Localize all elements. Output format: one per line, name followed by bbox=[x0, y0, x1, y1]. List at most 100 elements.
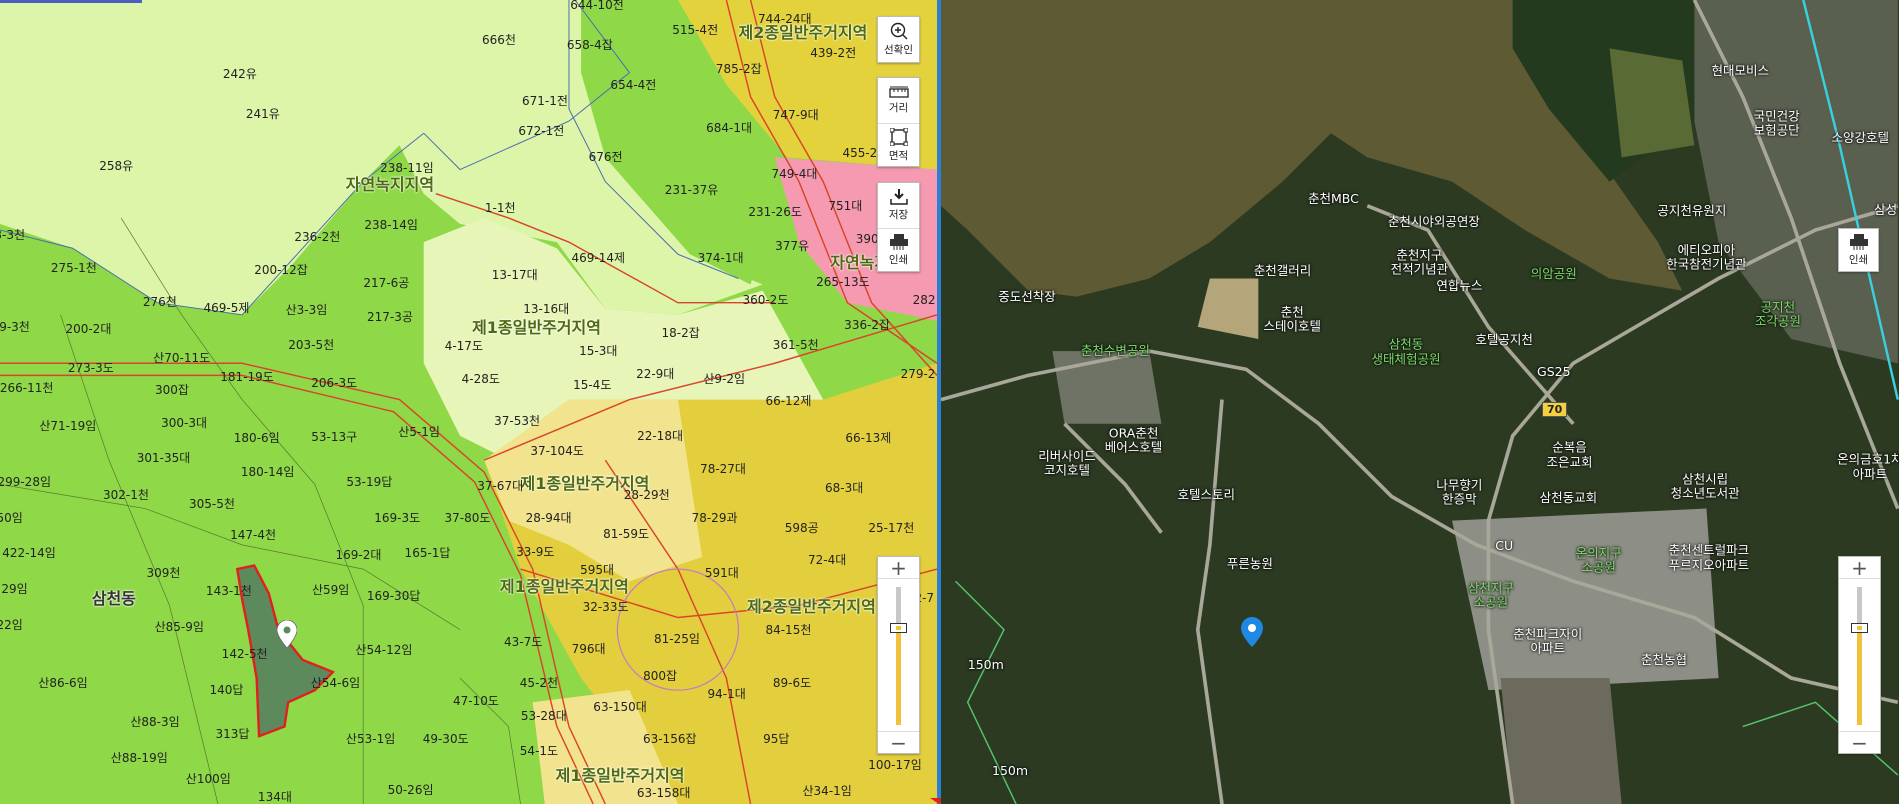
save-button[interactable]: 저장 bbox=[878, 183, 919, 228]
zoom-check-button[interactable]: 선확인 bbox=[878, 17, 919, 62]
lot-number-label: 15-4도 bbox=[573, 378, 612, 393]
lot-number-label: 143-1천 bbox=[205, 584, 252, 598]
lot-number-label: 9-3천 bbox=[0, 319, 30, 334]
lot-number-label: 3-3천 bbox=[0, 227, 26, 242]
lot-number-label: 134대 bbox=[257, 789, 292, 804]
zoom-slider[interactable] bbox=[890, 587, 907, 725]
place-name-label: 삼천동 bbox=[91, 589, 136, 609]
lot-number-label: 598공 bbox=[784, 521, 819, 536]
lot-number-label: 455-2 bbox=[842, 145, 878, 160]
lot-number-label: 37-104도 bbox=[530, 443, 584, 458]
lot-number-label: 산100임 bbox=[185, 771, 231, 786]
lot-number-label: 산54-12임 bbox=[355, 643, 413, 658]
lot-number-label: 산88-3임 bbox=[130, 714, 180, 729]
zoning-district-label: 자연녹지지역 bbox=[345, 175, 435, 195]
lot-number-label: 203-5천 bbox=[288, 338, 335, 353]
map-place-label: 공지천유원지 bbox=[1657, 202, 1727, 218]
lot-number-label: 747-9대 bbox=[772, 108, 819, 123]
lot-number-label: 200-12잡 bbox=[254, 263, 308, 278]
lot-number-label: 200-2대 bbox=[65, 322, 112, 337]
lot-number-label: 749-4대 bbox=[771, 167, 818, 182]
zoom-slider[interactable] bbox=[1851, 587, 1868, 725]
lot-number-label: 100-17임 bbox=[868, 758, 922, 773]
map-place-label: 춘천지구 전적기념관 bbox=[1390, 247, 1449, 277]
measure-toolbar: 거리 면적 bbox=[877, 77, 920, 167]
map-place-label: 호텔스토리 bbox=[1177, 487, 1235, 503]
zoom-slider-handle[interactable] bbox=[890, 623, 907, 634]
lot-number-label: 43-7도 bbox=[504, 634, 543, 649]
zoning-district-label: 제2종일반주거지역 bbox=[738, 22, 868, 42]
lot-number-label: 15-3대 bbox=[579, 344, 618, 359]
lot-number-label: 309천 bbox=[146, 565, 181, 580]
map-place-label: 중도선착장 bbox=[998, 288, 1056, 304]
lot-number-label: 산53-1임 bbox=[345, 731, 396, 746]
map-place-label: GS25 bbox=[1537, 363, 1571, 379]
distance-label: 거리 bbox=[888, 102, 909, 114]
map-place-label: 순복음 조은교회 bbox=[1546, 439, 1593, 470]
zoom-out-button[interactable]: − bbox=[878, 731, 919, 755]
lot-number-label: 13-17대 bbox=[491, 267, 538, 282]
print-label: 인쇄 bbox=[888, 254, 909, 266]
lot-number-label: 360-2도 bbox=[742, 293, 789, 308]
map-place-label: 150m bbox=[967, 656, 1004, 672]
cadastral-zoning-map[interactable]: 자연녹지지역 자연녹지지역 제1종일반주거지역 제1종일반주거지역 제1종일반주거지역 제… bbox=[0, 0, 937, 804]
lot-number-label: 751대 bbox=[828, 198, 863, 213]
lot-number-label: 95답 bbox=[763, 731, 790, 746]
download-icon bbox=[889, 189, 908, 205]
lot-number-label: 37-67대 bbox=[477, 478, 524, 493]
zoning-district-label: 제1종일반주거지역 bbox=[499, 577, 629, 597]
print-button[interactable]: 인쇄 bbox=[1839, 229, 1878, 271]
lot-number-label: 231-26도 bbox=[748, 204, 802, 219]
lot-number-label: 785-2잡 bbox=[715, 62, 762, 77]
map-place-label: 춘천수변공원 bbox=[1080, 343, 1150, 359]
map-place-label: CU bbox=[1495, 538, 1514, 554]
satellite-map[interactable]: 현대모비스 국민건강 보험공단 소양강호텔 공지천유원지 삼성 에티오피아 한국참전기념관… bbox=[941, 0, 1899, 804]
map-place-label: 춘천 스테이호텔 bbox=[1263, 304, 1321, 334]
lot-number-label: 37-53천 bbox=[494, 414, 541, 429]
distance-button[interactable]: 거리 bbox=[878, 78, 919, 123]
map-place-label: 국민건강 보험공단 bbox=[1753, 108, 1800, 138]
lot-number-label: 산3-3임 bbox=[285, 303, 328, 318]
map-place-label: 삼천동교회 bbox=[1539, 489, 1598, 505]
lot-number-label: 180-6임 bbox=[233, 431, 280, 446]
lot-number-label: 684-1대 bbox=[706, 121, 753, 136]
print-button[interactable]: 인쇄 bbox=[878, 228, 919, 272]
map-place-label: 현대모비스 bbox=[1711, 63, 1770, 79]
magnifier-plus-icon bbox=[890, 22, 907, 40]
location-pin-icon[interactable] bbox=[276, 619, 298, 652]
lot-number-label: 47-10도 bbox=[452, 694, 499, 709]
area-button[interactable]: 면적 bbox=[878, 123, 919, 167]
zoom-in-button[interactable]: + bbox=[1839, 556, 1880, 580]
output-toolbar: 저장 인쇄 bbox=[877, 182, 920, 272]
lot-number-label: 산88-19임 bbox=[110, 751, 168, 766]
map-place-label: 공지천 조각공원 bbox=[1754, 299, 1801, 329]
zoom-control: + − bbox=[877, 556, 920, 755]
map-place-label: 푸른농원 bbox=[1226, 556, 1273, 572]
zoom-in-button[interactable]: + bbox=[878, 556, 919, 580]
zoom-out-button[interactable]: − bbox=[1839, 731, 1880, 755]
lot-number-label: 206-3도 bbox=[311, 375, 358, 390]
lot-number-label: 595대 bbox=[580, 563, 615, 578]
lot-number-label: 53-19답 bbox=[346, 475, 393, 490]
lot-number-label: 169-3도 bbox=[374, 511, 421, 526]
lot-number-label: 78-27대 bbox=[700, 461, 746, 476]
lot-number-label: 301-35대 bbox=[136, 450, 191, 465]
map-place-label: 의암공원 bbox=[1530, 265, 1577, 281]
lot-number-label: 4-17도 bbox=[444, 339, 483, 354]
lot-number-label: 169-30답 bbox=[366, 588, 421, 603]
lot-number-label: 282 bbox=[912, 293, 936, 308]
lot-number-label: 313답 bbox=[215, 726, 250, 741]
location-pin-icon[interactable] bbox=[1241, 617, 1263, 651]
lot-number-label: 299-28임 bbox=[0, 475, 51, 490]
lot-number-label: 37-80도 bbox=[444, 511, 491, 526]
map-place-label: 춘천시야외공연장 bbox=[1387, 213, 1480, 229]
lot-number-label: 84-15천 bbox=[765, 622, 812, 637]
map-place-label: 삼천지구 소공원 bbox=[1467, 580, 1514, 610]
top-accent-bar bbox=[0, 0, 142, 3]
zoom-slider-handle[interactable] bbox=[1851, 623, 1868, 634]
lot-number-label: 53-13구 bbox=[311, 430, 358, 445]
lot-number-label: 147-4천 bbox=[230, 528, 277, 543]
check-toolbar: 선확인 bbox=[877, 16, 920, 63]
map-place-label: 삼천시립 청소년도서관 bbox=[1670, 471, 1740, 501]
lot-number-label: 산59임 bbox=[311, 582, 350, 597]
